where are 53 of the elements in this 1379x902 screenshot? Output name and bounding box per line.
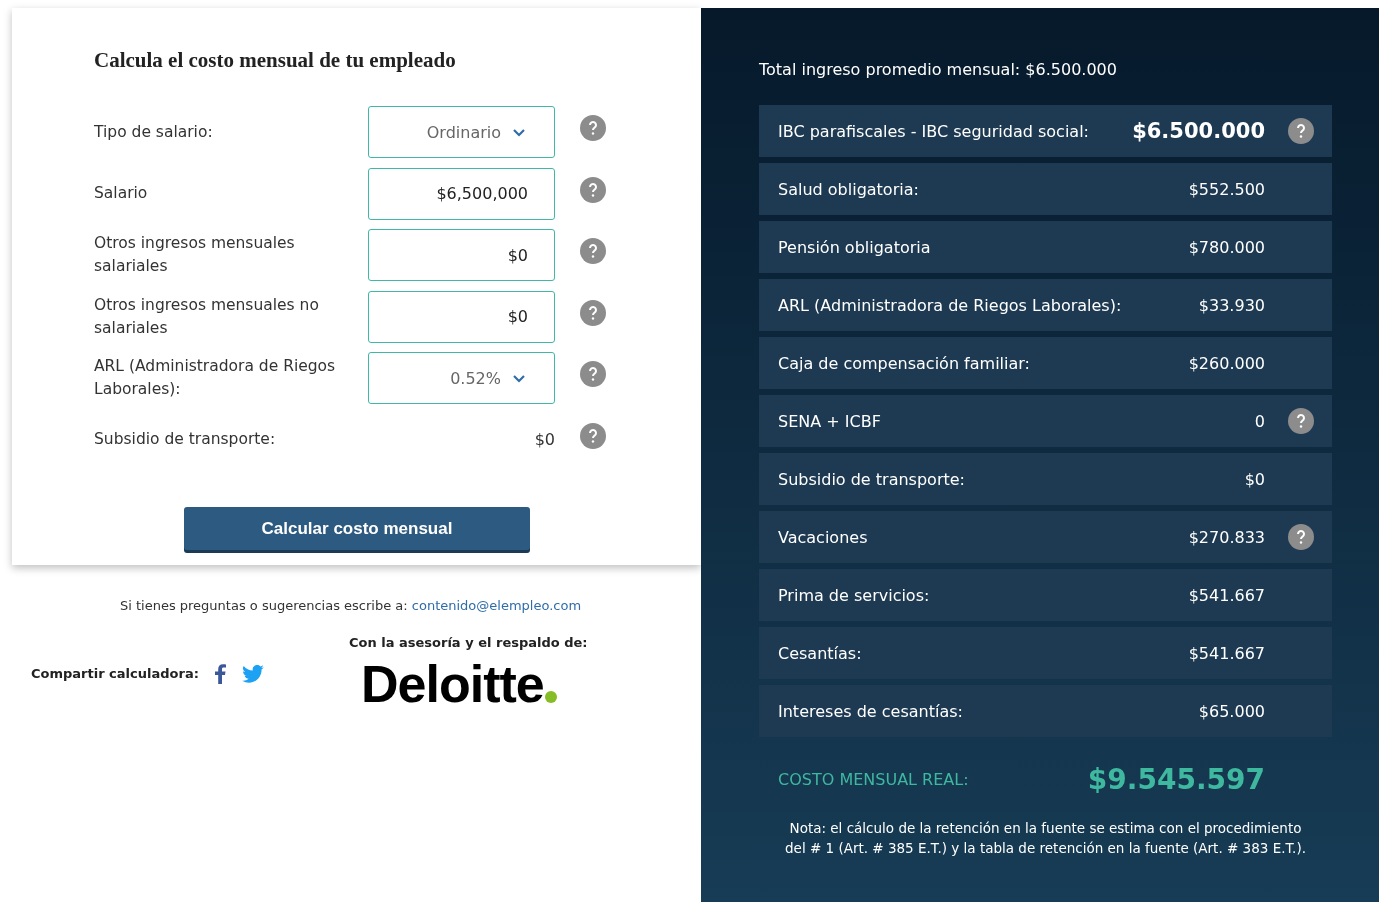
help-icon[interactable] (1288, 408, 1314, 434)
dropdown[interactable]: 0.52% (368, 352, 555, 404)
result-label: Cesantías: (778, 643, 863, 663)
field-value: $0 (534, 430, 555, 449)
dropdown[interactable]: Ordinario (368, 106, 555, 158)
result-value: $541.667 (1188, 643, 1265, 663)
contact-text: Si tienes preguntas o sugerencias escribe a: contenido@elempleo.com (118, 598, 583, 613)
result-value: $65.000 (1198, 701, 1265, 721)
result-label: Salud obligatoria: (778, 179, 920, 199)
result-label: Caja de compensación familiar: (778, 353, 1031, 373)
result-value: $270.833 (1188, 527, 1265, 547)
form-title: Calcula el costo mensual de tu empleado (94, 48, 457, 73)
result-label: IBC parafiscales - IBC seguridad social: (778, 121, 1090, 141)
input-field[interactable]: $0 (368, 290, 555, 343)
input-field[interactable]: $6,500,000 (368, 167, 555, 220)
result-label: ARL (Administradora de Riegos Laborales): (778, 295, 1123, 315)
result-label: SENA + ICBF (778, 411, 882, 431)
calculate-button[interactable]: Calcular costo mensual (184, 507, 530, 550)
field-label: Otros ingresos mensuales salariales (94, 233, 296, 277)
field-label: Salario (94, 183, 149, 204)
cost-value: $9.545.597 (1087, 763, 1265, 796)
facebook-icon[interactable] (214, 663, 226, 684)
chevron-icon (512, 127, 526, 137)
field-label: Otros ingresos mensuales no salariales (94, 294, 320, 339)
input-field[interactable]: $0 (368, 229, 555, 281)
result-value: $6.500.000 (1132, 119, 1265, 143)
field-label: Subsidio de transporte: (94, 429, 277, 450)
email-link[interactable]: contenido@elempleo.com (411, 598, 582, 613)
bird-icon[interactable] (241, 664, 264, 683)
result-label: Prima de servicios: (778, 585, 931, 605)
field-label: ARL (Administradora de Riegos Laborales): (94, 356, 337, 400)
logo-text: Deloitte (361, 656, 544, 712)
total-text: Total ingreso promedio mensual: $6.500.000 (759, 60, 1118, 79)
result-label: Intereses de cesantías: (778, 701, 964, 721)
result-label: Pensión obligatoria (778, 237, 932, 257)
result-value: $552.500 (1188, 179, 1265, 199)
field-label: Tipo de salario: (94, 121, 214, 143)
result-value: $33.930 (1198, 295, 1265, 315)
share-label: Compartir calculadora: (31, 666, 199, 681)
chevron-icon (512, 373, 526, 383)
sponsor-label: Con la asesoría y el respaldo de: (349, 635, 588, 650)
dot-icon (544, 691, 557, 703)
result-value: $0 (1244, 469, 1265, 489)
help-icon[interactable] (1288, 524, 1314, 550)
help-icon[interactable] (1288, 118, 1314, 144)
result-label: Vacaciones (778, 527, 869, 547)
note-text: Nota: el cálculo de la retención en la fuente se estima con el procedimiento del # 1 (Art. # 385 E.T.) y la tabla de retención en la fuente (Art. # 383 E.T.). (784, 819, 1307, 858)
result-value: 0 (1254, 411, 1265, 431)
result-value: $260.000 (1188, 353, 1265, 373)
result-label: Subsidio de transporte: (778, 469, 966, 489)
result-value: $541.667 (1188, 585, 1265, 605)
cost-label: COSTO MENSUAL REAL: (778, 770, 969, 789)
result-value: $780.000 (1188, 237, 1265, 257)
